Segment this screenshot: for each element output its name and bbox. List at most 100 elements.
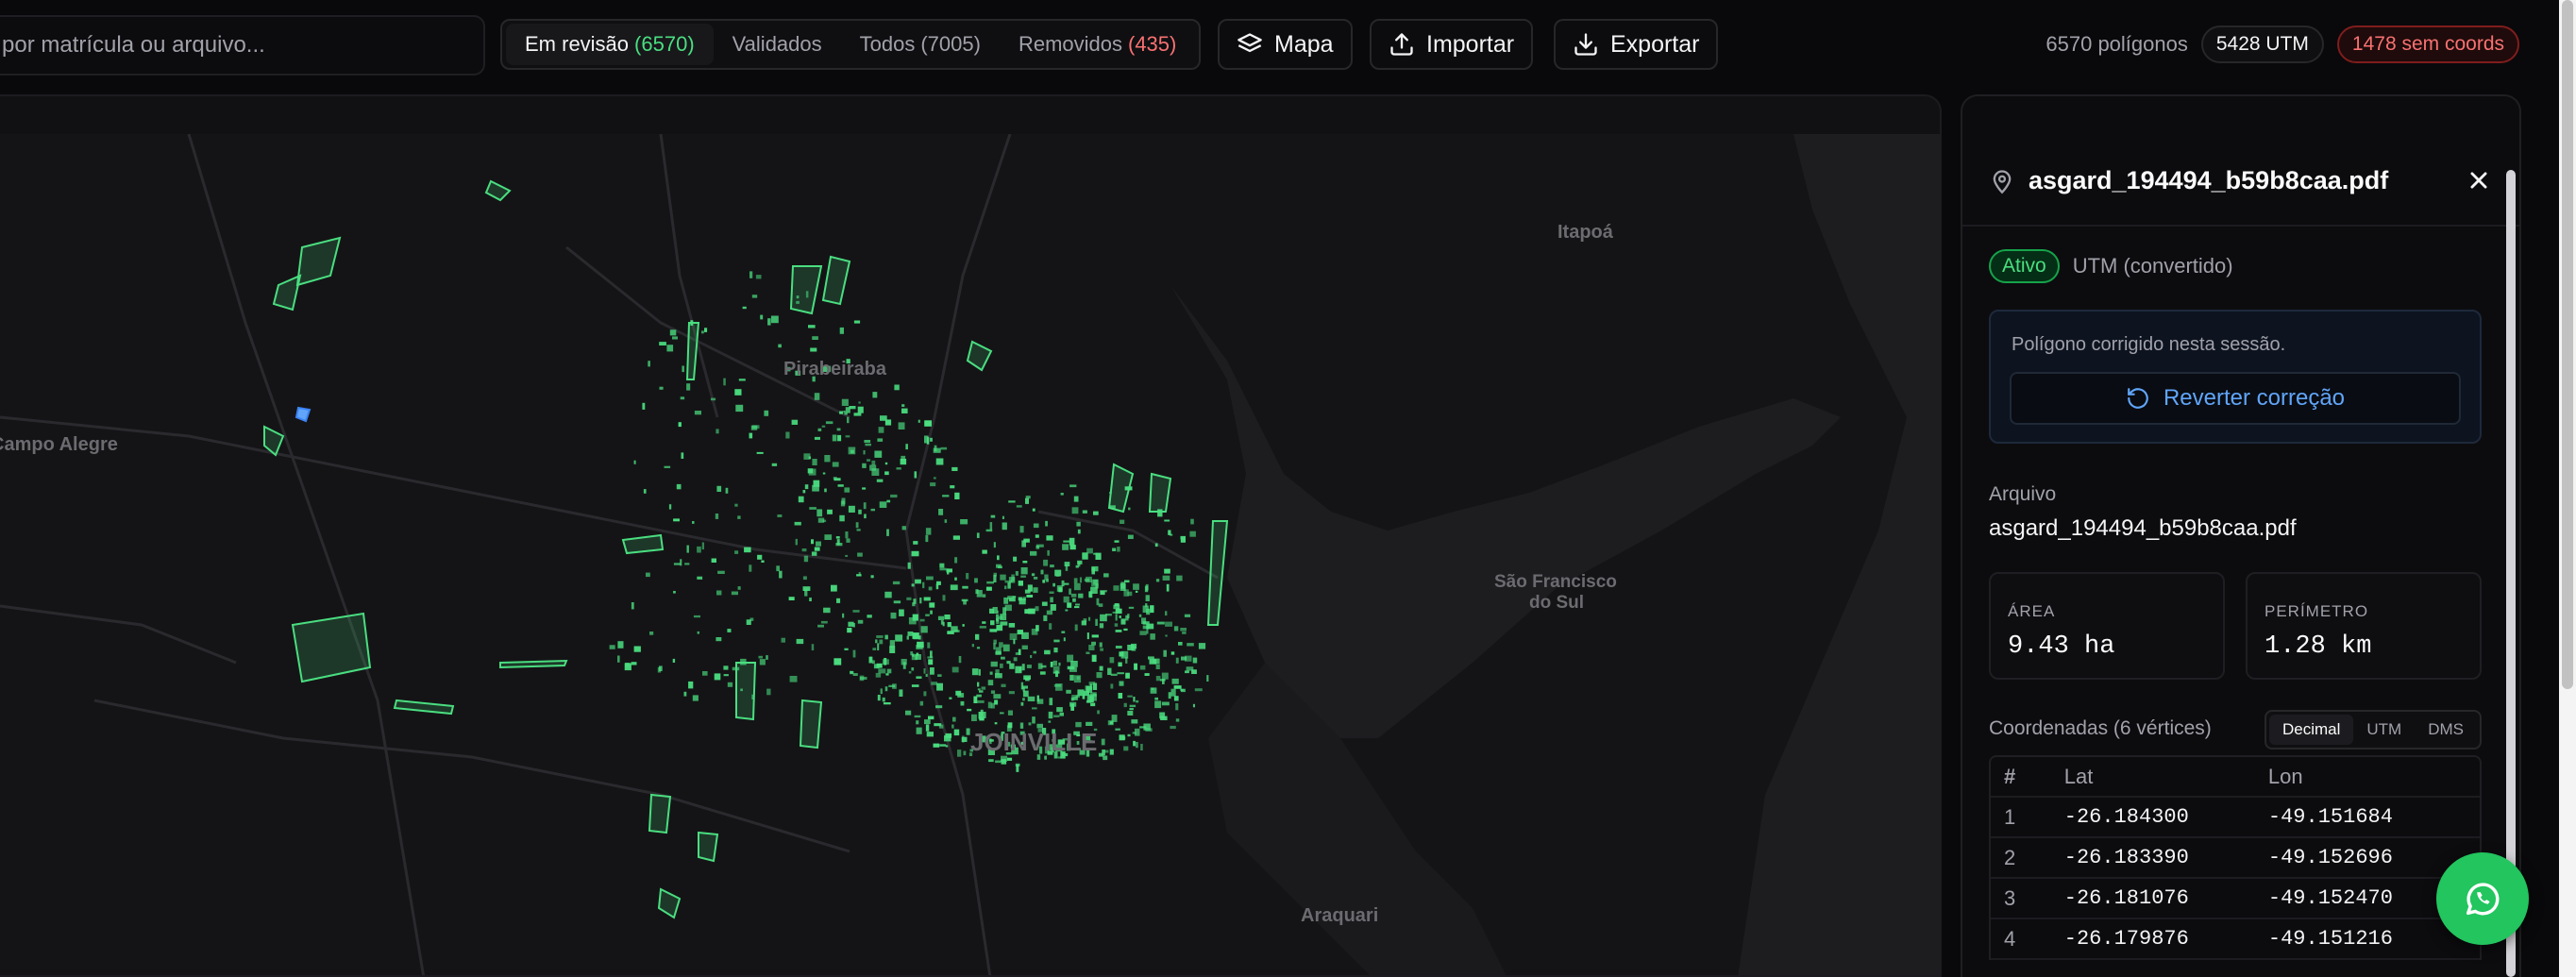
parcel[interactable]	[633, 646, 641, 652]
parcel[interactable]	[1088, 682, 1096, 685]
parcel[interactable]	[642, 402, 646, 410]
parcel[interactable]	[874, 450, 883, 458]
parcel[interactable]	[1155, 579, 1160, 582]
parcel[interactable]	[697, 576, 703, 580]
parcel[interactable]	[844, 648, 849, 650]
parcel[interactable]	[1085, 685, 1090, 691]
parcel[interactable]	[930, 610, 933, 615]
parcel[interactable]	[1130, 643, 1137, 649]
parcel[interactable]	[749, 564, 752, 572]
parcel[interactable]	[1125, 672, 1130, 679]
parcel[interactable]	[617, 655, 620, 663]
parcel[interactable]	[683, 691, 687, 697]
parcel[interactable]	[758, 655, 764, 659]
parcel[interactable]	[884, 471, 889, 476]
parcel[interactable]	[1117, 672, 1124, 675]
export-button[interactable]: Exportar	[1554, 19, 1719, 70]
parcel[interactable]	[936, 581, 941, 585]
parcel[interactable]	[1127, 614, 1130, 619]
parcel[interactable]	[1180, 535, 1187, 540]
parcel[interactable]	[631, 602, 634, 610]
parcel[interactable]	[915, 579, 921, 584]
parcel[interactable]	[841, 398, 849, 406]
parcel[interactable]	[1061, 631, 1066, 633]
parcel[interactable]	[977, 699, 985, 703]
search-box[interactable]	[0, 15, 485, 76]
parcel[interactable]	[1091, 641, 1096, 646]
parcel[interactable]	[1023, 538, 1030, 543]
parcel[interactable]	[714, 673, 721, 681]
parcel[interactable]	[928, 586, 933, 591]
parcel[interactable]	[1022, 561, 1028, 564]
parcel[interactable]	[822, 519, 827, 522]
parcel[interactable]	[813, 480, 820, 487]
parcel[interactable]	[759, 659, 766, 665]
parcel[interactable]	[1002, 515, 1004, 519]
parcel[interactable]	[836, 428, 841, 431]
parcel[interactable]	[1032, 508, 1035, 512]
parcel[interactable]	[942, 595, 946, 601]
parcel[interactable]	[1069, 666, 1077, 672]
parcel[interactable]	[1118, 662, 1122, 667]
parcel[interactable]	[1123, 628, 1128, 632]
parcel[interactable]	[779, 570, 783, 579]
parcel[interactable]	[835, 536, 840, 539]
parcel[interactable]	[1191, 669, 1197, 674]
parcel[interactable]	[1043, 615, 1048, 621]
parcel[interactable]	[1161, 701, 1170, 706]
parcel[interactable]	[1008, 500, 1016, 503]
parcel[interactable]	[809, 598, 812, 601]
parcel[interactable]	[877, 438, 884, 442]
parcel[interactable]	[990, 514, 996, 518]
parcel[interactable]	[1028, 722, 1032, 726]
parcel[interactable]	[928, 716, 934, 720]
parcel[interactable]	[1084, 578, 1090, 581]
parcel[interactable]	[998, 565, 1002, 569]
parcel[interactable]	[885, 673, 889, 676]
parcel[interactable]	[1002, 522, 1007, 531]
parcel[interactable]	[917, 641, 924, 649]
parcel[interactable]	[1136, 699, 1139, 703]
parcel[interactable]	[857, 552, 863, 557]
parcel[interactable]	[846, 538, 850, 543]
parcel[interactable]	[1030, 655, 1033, 659]
parcel[interactable]	[1027, 696, 1035, 701]
parcel[interactable]	[1198, 643, 1206, 649]
parcel[interactable]	[923, 668, 926, 674]
parcel[interactable]	[931, 682, 937, 685]
parcel[interactable]	[817, 428, 822, 431]
parcel[interactable]	[814, 393, 820, 400]
parcel[interactable]	[812, 459, 817, 465]
parcel[interactable]	[734, 389, 742, 396]
parcel[interactable]	[1052, 582, 1055, 587]
parcel[interactable]	[1052, 665, 1060, 673]
parcel[interactable]	[789, 676, 798, 682]
parcel[interactable]	[1132, 732, 1136, 734]
parcel[interactable]	[1020, 575, 1026, 578]
parcel[interactable]	[798, 496, 804, 503]
parcel[interactable]	[1155, 676, 1161, 682]
revert-correction-button[interactable]: Reverter correção	[2010, 372, 2461, 425]
parcel[interactable]	[727, 682, 733, 687]
parcel[interactable]	[990, 690, 996, 694]
parcel[interactable]	[1099, 665, 1103, 671]
parcel[interactable]	[701, 542, 704, 550]
parcel[interactable]	[871, 468, 880, 476]
parcel[interactable]	[1069, 537, 1075, 546]
parcel[interactable]	[1001, 656, 1005, 660]
parcel[interactable]	[715, 514, 719, 519]
parcel[interactable]	[978, 668, 981, 676]
parcel[interactable]	[1025, 677, 1030, 682]
parcel[interactable]	[990, 620, 995, 626]
parcel[interactable]	[993, 572, 998, 577]
parcel[interactable]	[1144, 673, 1150, 676]
parcel[interactable]	[925, 673, 928, 677]
parcel[interactable]	[749, 617, 754, 621]
parcel[interactable]	[1044, 649, 1051, 655]
parcel[interactable]	[659, 665, 663, 671]
parcel[interactable]	[804, 484, 809, 490]
parcel[interactable]	[1049, 591, 1054, 595]
parcel[interactable]	[817, 509, 823, 517]
parcel[interactable]	[975, 633, 980, 640]
parcel[interactable]	[963, 599, 967, 605]
